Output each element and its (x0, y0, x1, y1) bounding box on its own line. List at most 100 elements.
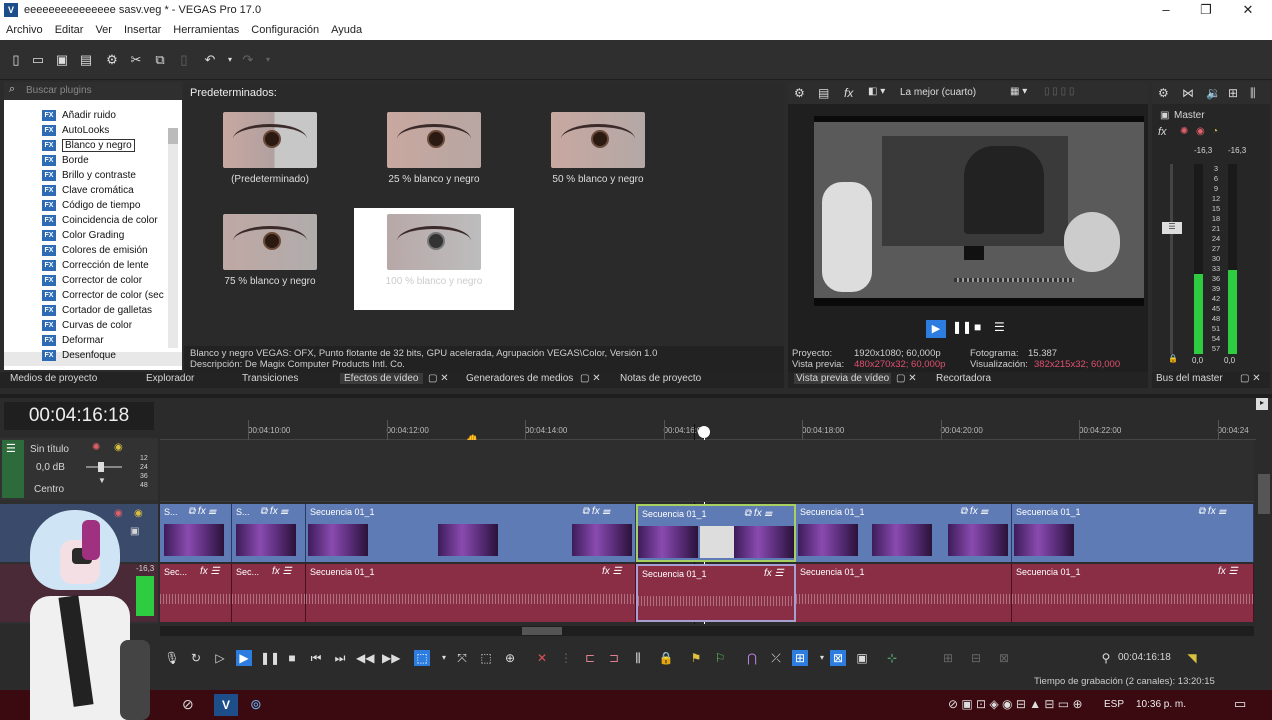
record-icon[interactable]: 🎙 (164, 650, 180, 666)
fx-icon[interactable]: fx (844, 86, 853, 100)
edit-tool-dropdown-icon[interactable]: ▾ (436, 650, 452, 666)
audio-event[interactable]: Secuencia 01_1 (796, 564, 1012, 622)
normal-edit-tool-icon[interactable]: ⬚ (414, 650, 430, 666)
plugin-search-input[interactable]: ⌕ Buscar plugins (4, 82, 182, 100)
close-button[interactable]: ✕ (1238, 2, 1258, 20)
maximize-button[interactable]: ❐ (1196, 2, 1216, 20)
preview-quality-select[interactable]: La mejor (cuarto) (900, 87, 976, 98)
tab-explorer[interactable]: Explorador (146, 373, 194, 384)
timeline-hscrollbar[interactable] (160, 626, 1254, 636)
menu-insertar[interactable]: Insertar (118, 22, 167, 40)
video-event-selected[interactable]: Secuencia 01_1 ⧉ fx ☰ (636, 504, 796, 562)
disabled-tool-icon[interactable]: ⊞ (940, 650, 956, 666)
fx-item[interactable]: FX Deformar (42, 333, 104, 348)
fx-item[interactable]: FX Añadir ruido (42, 108, 116, 123)
grid-overlay-icon[interactable]: ▦ ▾ (1010, 86, 1027, 97)
event-fx-icon[interactable]: ⧉ fx ☰ (744, 508, 772, 519)
preview-stop-button[interactable]: ■ (974, 320, 981, 334)
notifications-icon[interactable]: ▭ (1234, 696, 1246, 712)
play-from-start-icon[interactable]: ▷ (212, 650, 228, 666)
lock-icon[interactable]: 🔒 (658, 650, 674, 666)
menu-herramientas[interactable]: Herramientas (167, 22, 245, 40)
show-waveform-icon[interactable]: ⊹ (884, 650, 900, 666)
split-icon[interactable]: ⫼ (630, 650, 646, 666)
fx-item[interactable]: FX Corrección de lente (42, 258, 149, 273)
fx-item[interactable]: FX Corrector de color (42, 273, 142, 288)
snapping-icon[interactable]: ⋂ (744, 650, 760, 666)
event-fx-icon[interactable]: ⧉ fx ☰ (1198, 506, 1226, 517)
disabled-tool-icon-3[interactable]: ⊠ (996, 650, 1012, 666)
timeline-scroll-thumb[interactable] (522, 627, 562, 635)
copy-snapshot-icon[interactable]: ▯ ▯ ▯ ▯ (1044, 86, 1074, 97)
timeline-vscrollbar[interactable] (1258, 474, 1270, 514)
go-to-end-icon[interactable]: ⏭ (332, 650, 348, 666)
cut-icon[interactable]: ✂ (128, 52, 144, 68)
stop-button[interactable]: ■ (284, 650, 300, 666)
play-button[interactable]: ▶ (236, 650, 252, 666)
auto-ripple-icon[interactable]: ⊞ (792, 650, 808, 666)
audio-event[interactable]: Secuencia 01_1 fx ☰ (1012, 564, 1254, 622)
tray-icons[interactable]: ⊘ ▣ ⊡ ◈ ◉ ⊟ ▲ ⊟ ▭ ⊕ (948, 697, 1083, 711)
menu-ver[interactable]: Ver (89, 22, 118, 40)
master-automation-icon[interactable]: ◔ (1212, 126, 1218, 137)
track-menu-icon[interactable]: ☰ (6, 442, 16, 455)
event-fx-icon[interactable]: fx ☰ (200, 566, 220, 577)
tab-media-generators[interactable]: Generadores de medios (466, 373, 573, 384)
tab-close-icon[interactable]: ▢ ✕ (1240, 373, 1261, 384)
fx-tree-scrollbar[interactable] (168, 128, 178, 348)
tab-close-icon[interactable]: ▢ ✕ (428, 373, 449, 384)
tab-video-fx[interactable]: Efectos de vídeo (340, 373, 423, 384)
zoom-tool-icon[interactable]: ⊕ (502, 650, 518, 666)
preview-pause-button[interactable]: ❚❚ (952, 320, 972, 334)
trim-end-icon[interactable]: ⊐ (606, 650, 622, 666)
tab-project-notes[interactable]: Notas de proyecto (620, 373, 701, 384)
trim-start-icon[interactable]: ⊏ (582, 650, 598, 666)
timecode-display[interactable]: 00:04:16:18 (4, 402, 154, 430)
preview-menu-icon[interactable]: ☰ (994, 320, 1005, 334)
fx-item[interactable]: FX Blanco y negro (42, 138, 135, 153)
event-fx-icon[interactable]: fx ☰ (764, 568, 784, 579)
master-solo-icon[interactable]: ◉ (1196, 126, 1205, 137)
tab-transitions[interactable]: Transiciones (242, 373, 298, 384)
menu-configuracion[interactable]: Configuración (245, 22, 325, 40)
preset-thumbnail[interactable]: 75 % blanco y negro (190, 214, 350, 287)
tab-master-bus[interactable]: Bus del master (1156, 373, 1223, 384)
playhead-marker[interactable] (698, 426, 710, 438)
ignore-grouping-icon[interactable]: ▣ (854, 650, 870, 666)
minimize-button[interactable]: – (1156, 2, 1176, 20)
paste-icon[interactable]: ▯ (176, 52, 192, 68)
auto-crossfade-icon[interactable]: ⤫ (768, 650, 784, 666)
new-file-icon[interactable]: ▯ (8, 52, 24, 68)
mixer-settings-icon[interactable]: ⚙ (1158, 86, 1169, 100)
open-folder-icon[interactable]: ▭ (30, 52, 46, 68)
event-fx-icon[interactable]: fx ☰ (1218, 566, 1238, 577)
taskbar-vegas-icon[interactable]: V (214, 694, 238, 716)
track-mute-icon[interactable]: ✺ (92, 442, 100, 453)
tab-trimmer[interactable]: Recortadora (936, 373, 991, 384)
fx-item[interactable]: FX Brillo y contraste (42, 168, 136, 183)
region-icon[interactable]: ⚐ (712, 650, 728, 666)
trim-icon[interactable]: ⋮ (558, 650, 574, 666)
event-fx-icon[interactable]: fx ☰ (272, 566, 292, 577)
master-fader-handle[interactable]: ☰ (1162, 222, 1182, 234)
master-fx-icon[interactable]: fx (1158, 126, 1167, 138)
previous-frame-icon[interactable]: ◀◀ (356, 650, 374, 666)
video-track[interactable]: S... ⧉ fx ☰ S... ⧉ fx ☰ Secuencia 01_1 ⧉… (160, 504, 1254, 562)
copy-icon[interactable]: ⧉ (152, 52, 168, 68)
fx-item[interactable]: FX Clave cromática (42, 183, 134, 198)
preset-thumbnail[interactable]: 50 % blanco y negro (518, 112, 678, 185)
video-event[interactable]: Secuencia 01_1 ⧉ fx ☰ (1012, 504, 1254, 562)
fx-item[interactable]: FX Código de tiempo (42, 198, 140, 213)
audio-event[interactable]: Sec... fx ☰ (160, 564, 232, 622)
go-to-start-icon[interactable]: ⏮ (308, 650, 324, 666)
event-fx-icon[interactable]: fx ☰ (602, 566, 622, 577)
event-fx-icon[interactable]: ⧉ fx ☰ (960, 506, 988, 517)
taskbar-steam-icon[interactable]: ⊚ (250, 696, 262, 713)
undo-dropdown-icon[interactable]: ▾ (222, 52, 238, 68)
preview-play-button[interactable]: ▶ (926, 320, 946, 338)
master-fader-track[interactable] (1170, 164, 1173, 354)
preview-settings-icon[interactable]: ⚙ (794, 86, 805, 100)
master-mute-icon[interactable]: ✺ (1180, 126, 1188, 137)
mixer-lock-icon[interactable]: ⊞ (1228, 86, 1238, 100)
preset-thumbnail[interactable]: (Predeterminado) (190, 112, 350, 185)
